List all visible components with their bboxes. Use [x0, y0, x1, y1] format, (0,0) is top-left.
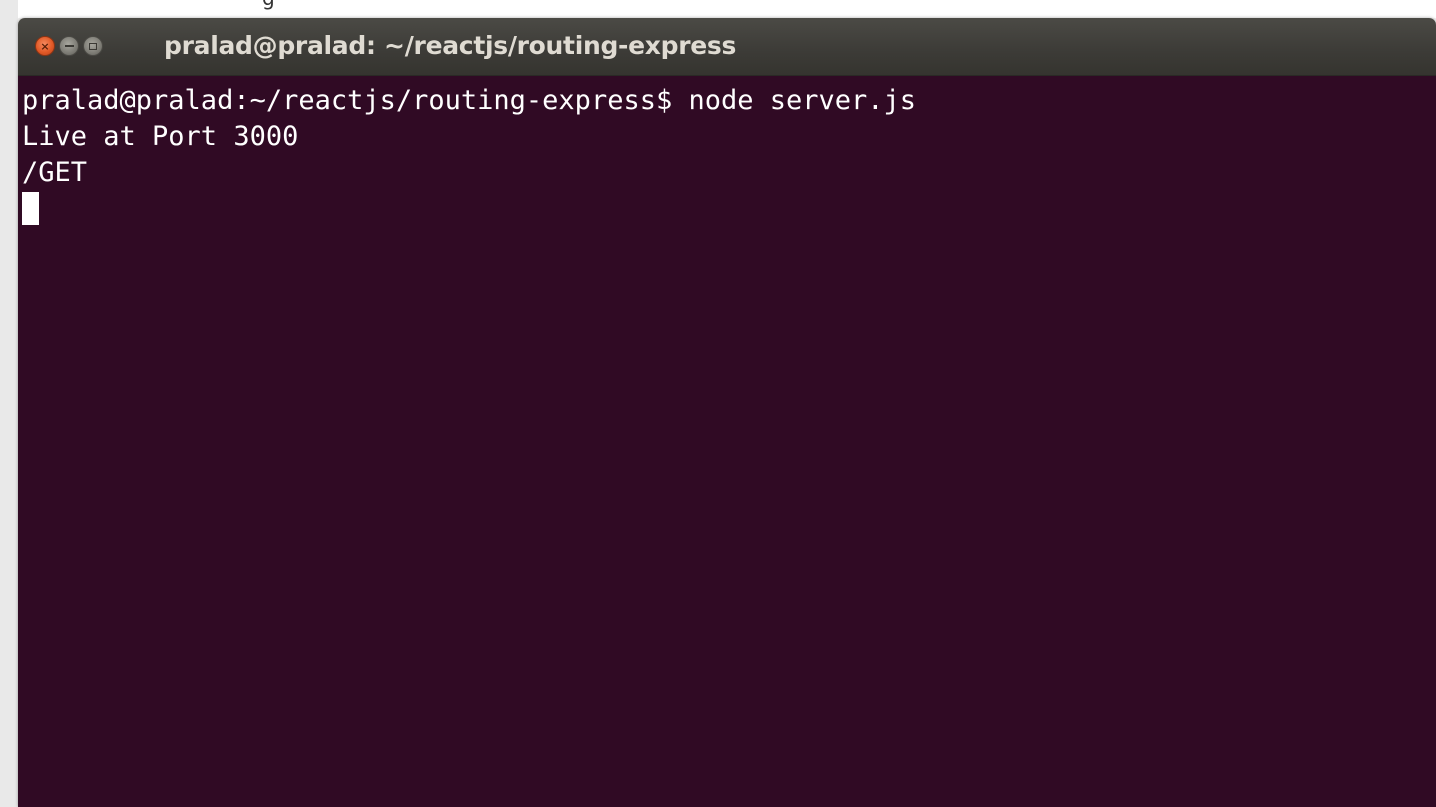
minimize-button[interactable] [59, 36, 79, 56]
screen: g × pralad@pralad: ~/reactjs/routing-exp… [0, 0, 1436, 807]
background-left-strip [0, 0, 18, 807]
maximize-button[interactable] [83, 36, 103, 56]
terminal-line-prompt[interactable] [22, 191, 1436, 227]
terminal-window: × pralad@pralad: ~/reactjs/routing-expre… [18, 18, 1436, 807]
terminal-output[interactable]: pralad@pralad:~/reactjs/routing-express$… [18, 76, 1436, 807]
terminal-line-command: pralad@pralad:~/reactjs/routing-express$… [22, 85, 917, 116]
window-title: pralad@pralad: ~/reactjs/routing-express [164, 31, 737, 60]
terminal-line-output: Live at Port 3000 [22, 121, 299, 152]
window-titlebar[interactable]: × pralad@pralad: ~/reactjs/routing-expre… [18, 18, 1436, 76]
minimize-icon [64, 45, 74, 47]
background-window-strip: g [0, 0, 1436, 18]
terminal-line-request: /GET [22, 157, 88, 188]
close-icon: × [40, 39, 50, 53]
background-window-text: g [262, 0, 275, 10]
maximize-icon [89, 42, 97, 50]
close-button[interactable]: × [35, 36, 55, 56]
terminal-cursor [22, 192, 39, 225]
